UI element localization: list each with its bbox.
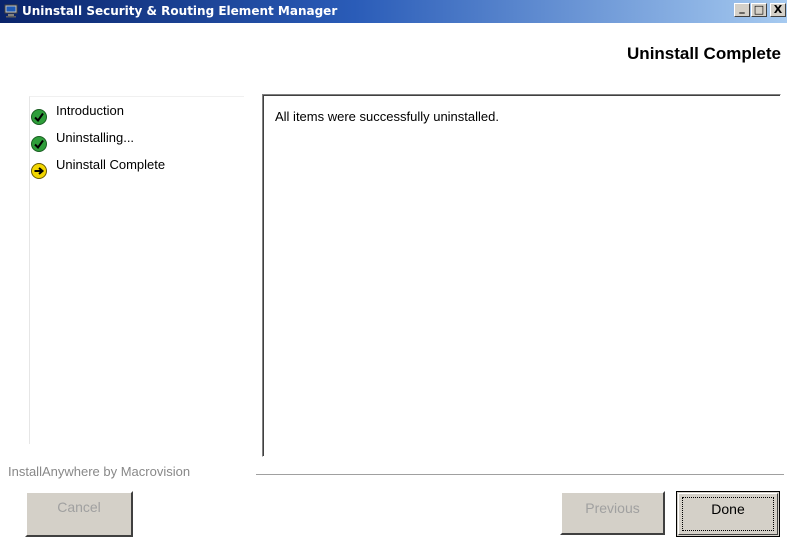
page-title: Uninstall Complete bbox=[627, 44, 781, 63]
maximize-icon: □ bbox=[753, 3, 765, 16]
minimize-button[interactable]: _ bbox=[734, 1, 750, 17]
step-list: Introduction Uninstalling... Uninstall C… bbox=[29, 96, 244, 444]
previous-button[interactable]: Previous bbox=[560, 491, 665, 535]
minimize-icon: _ bbox=[739, 1, 745, 14]
check-circle-icon bbox=[31, 109, 47, 125]
step-label: Uninstalling... bbox=[56, 130, 135, 145]
close-button[interactable]: X bbox=[770, 3, 786, 17]
step-label: Introduction bbox=[56, 103, 124, 118]
arrow-circle-icon bbox=[31, 163, 47, 179]
step-label: Uninstall Complete bbox=[56, 157, 166, 172]
status-message: All items were successfully uninstalled. bbox=[275, 109, 499, 124]
maximize-button[interactable]: □ bbox=[751, 3, 767, 17]
cancel-button-label: Cancel bbox=[57, 499, 101, 515]
done-button[interactable]: Done bbox=[676, 491, 780, 537]
title-bar[interactable]: Uninstall Security & Routing Element Man… bbox=[0, 0, 787, 23]
close-icon: X bbox=[773, 3, 783, 16]
check-circle-icon bbox=[31, 136, 47, 152]
cancel-button[interactable]: Cancel bbox=[25, 491, 133, 537]
computer-icon bbox=[4, 4, 18, 18]
window-title: Uninstall Security & Routing Element Man… bbox=[22, 4, 338, 18]
content-panel: All items were successfully uninstalled. bbox=[262, 94, 781, 457]
previous-button-label: Previous bbox=[585, 500, 640, 516]
installer-brand: InstallAnywhere by Macrovision bbox=[8, 464, 191, 479]
installer-window: Uninstall Security & Routing Element Man… bbox=[0, 0, 787, 552]
footer-divider bbox=[256, 474, 784, 476]
done-button-label: Done bbox=[711, 501, 745, 517]
